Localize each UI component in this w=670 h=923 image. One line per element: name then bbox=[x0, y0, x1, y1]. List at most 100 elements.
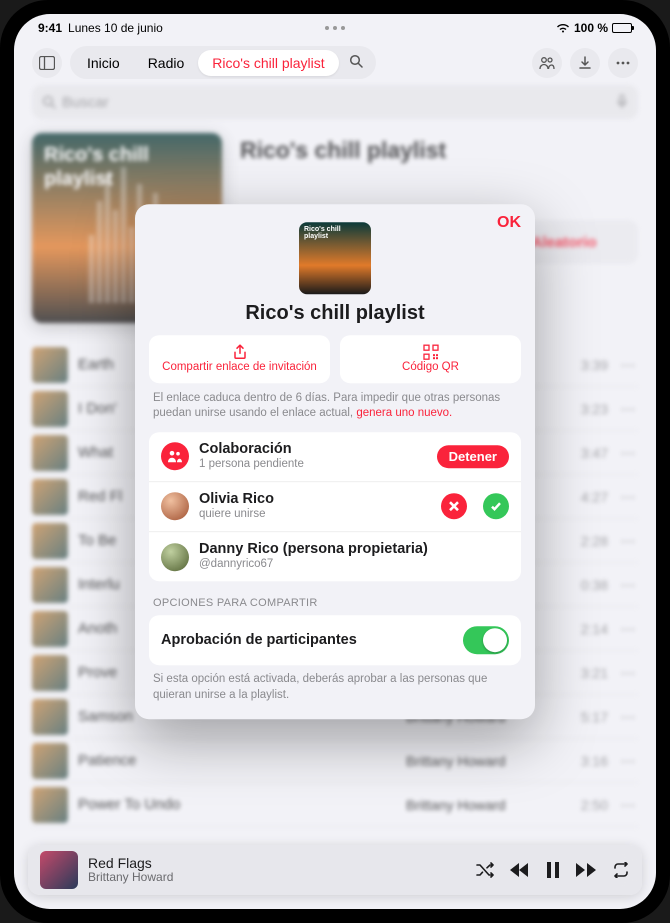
tab-search-button[interactable] bbox=[339, 49, 373, 76]
search-field[interactable]: Buscar bbox=[32, 85, 638, 119]
track-duration: 2:14 bbox=[566, 621, 608, 637]
participant-name: Olivia Rico bbox=[199, 491, 431, 508]
track-more-button[interactable]: ⋯ bbox=[618, 444, 638, 462]
collaboration-row: Colaboración 1 persona pendiente Detener bbox=[149, 432, 521, 482]
ok-button[interactable]: OK bbox=[497, 214, 521, 232]
participant-row: Olivia Rico quiere unirse bbox=[149, 482, 521, 532]
track-more-button[interactable]: ⋯ bbox=[618, 576, 638, 594]
playlist-title: Rico's chill playlist bbox=[240, 137, 638, 164]
tab-home[interactable]: Inicio bbox=[73, 50, 134, 76]
approve-participants-label: Aprobación de participantes bbox=[161, 632, 357, 648]
now-playing-bar[interactable]: Red Flags Brittany Howard bbox=[28, 845, 642, 895]
track-duration: 3:23 bbox=[566, 401, 608, 417]
more-button[interactable] bbox=[608, 48, 638, 78]
participant-name: Danny Rico (persona propietaria) bbox=[199, 541, 509, 558]
download-icon bbox=[578, 56, 592, 70]
pause-icon[interactable] bbox=[546, 862, 560, 878]
track-more-button[interactable]: ⋯ bbox=[618, 708, 638, 726]
participant-row: Danny Rico (persona propietaria) @dannyr… bbox=[149, 532, 521, 581]
qr-icon bbox=[423, 344, 439, 360]
download-button[interactable] bbox=[570, 48, 600, 78]
track-art bbox=[32, 655, 68, 691]
track-row[interactable]: Patience Brittany Howard 3:16 ⋯ bbox=[32, 739, 638, 783]
qr-code-button[interactable]: Código QR bbox=[340, 335, 521, 383]
battery-icon bbox=[612, 23, 632, 33]
search-placeholder: Buscar bbox=[62, 94, 109, 111]
reject-participant-button[interactable] bbox=[441, 494, 467, 520]
qr-code-label: Código QR bbox=[402, 361, 459, 373]
track-row[interactable]: Power To Undo Brittany Howard 2:50 ⋯ bbox=[32, 783, 638, 827]
track-art bbox=[32, 391, 68, 427]
share-people-button[interactable] bbox=[532, 48, 562, 78]
collaboration-dialog: OK Rico's chill playlist Rico's chill pl… bbox=[135, 204, 535, 720]
share-invite-label: Compartir enlace de invitación bbox=[162, 361, 317, 373]
track-duration: 3:16 bbox=[566, 753, 608, 769]
now-playing-title: Red Flags bbox=[88, 856, 466, 871]
stop-collaboration-button[interactable]: Detener bbox=[437, 445, 509, 468]
check-icon bbox=[490, 501, 502, 513]
track-duration: 2:50 bbox=[566, 797, 608, 813]
track-more-button[interactable]: ⋯ bbox=[618, 796, 638, 814]
participant-handle: @dannyrico67 bbox=[199, 558, 509, 572]
track-duration: 0:38 bbox=[566, 577, 608, 593]
search-icon bbox=[42, 95, 56, 109]
tab-current-playlist[interactable]: Rico's chill playlist bbox=[198, 50, 338, 76]
collaboration-icon bbox=[161, 442, 189, 470]
approve-participants-toggle[interactable] bbox=[463, 626, 509, 654]
track-more-button[interactable]: ⋯ bbox=[618, 532, 638, 550]
shuffle-icon[interactable] bbox=[476, 862, 494, 878]
x-icon bbox=[448, 501, 460, 513]
participant-status: quiere unirse bbox=[199, 508, 431, 522]
share-invite-link-button[interactable]: Compartir enlace de invitación bbox=[149, 335, 330, 383]
dialog-cover-title: Rico's chill playlist bbox=[299, 222, 371, 245]
repeat-icon[interactable] bbox=[612, 862, 630, 878]
next-icon[interactable] bbox=[576, 862, 596, 878]
track-title: Power To Undo bbox=[78, 796, 396, 813]
track-art bbox=[32, 787, 68, 823]
search-icon bbox=[349, 54, 363, 68]
track-duration: 3:39 bbox=[566, 357, 608, 373]
now-playing-art bbox=[40, 851, 78, 889]
track-artist: Brittany Howard bbox=[406, 753, 556, 769]
expiry-caption: El enlace caduca dentro de 6 días. Para … bbox=[153, 391, 517, 422]
track-duration: 3:47 bbox=[566, 445, 608, 461]
track-more-button[interactable]: ⋯ bbox=[618, 488, 638, 506]
approve-participants-row: Aprobación de participantes bbox=[149, 615, 521, 665]
top-nav: Inicio Radio Rico's chill playlist bbox=[14, 42, 656, 85]
collaboration-pending: 1 persona pendiente bbox=[199, 458, 427, 472]
sidebar-toggle-button[interactable] bbox=[32, 48, 62, 78]
track-more-button[interactable]: ⋯ bbox=[618, 400, 638, 418]
collaboration-title: Colaboración bbox=[199, 441, 427, 458]
ellipsis-icon bbox=[616, 61, 630, 65]
track-art bbox=[32, 523, 68, 559]
approve-participant-button[interactable] bbox=[483, 494, 509, 520]
status-bar: 9:41 Lunes 10 de junio 100 % bbox=[14, 14, 656, 42]
track-art bbox=[32, 347, 68, 383]
track-art bbox=[32, 567, 68, 603]
wifi-icon bbox=[556, 23, 570, 33]
battery-pct: 100 % bbox=[574, 21, 608, 35]
track-duration: 2:28 bbox=[566, 533, 608, 549]
status-dots bbox=[325, 26, 345, 30]
sidebar-icon bbox=[39, 56, 55, 70]
track-art bbox=[32, 743, 68, 779]
now-playing-artist: Brittany Howard bbox=[88, 871, 466, 884]
avatar bbox=[161, 493, 189, 521]
status-date: Lunes 10 de junio bbox=[68, 21, 163, 35]
track-art bbox=[32, 611, 68, 647]
track-artist: Brittany Howard bbox=[406, 797, 556, 813]
mic-icon[interactable] bbox=[616, 94, 628, 110]
track-more-button[interactable]: ⋯ bbox=[618, 620, 638, 638]
track-art bbox=[32, 699, 68, 735]
track-more-button[interactable]: ⋯ bbox=[618, 752, 638, 770]
track-title: Patience bbox=[78, 752, 396, 769]
track-duration: 5:17 bbox=[566, 709, 608, 725]
people-icon bbox=[539, 56, 555, 70]
previous-icon[interactable] bbox=[510, 862, 530, 878]
tab-radio[interactable]: Radio bbox=[134, 50, 199, 76]
tab-segment: Inicio Radio Rico's chill playlist bbox=[70, 46, 376, 79]
track-more-button[interactable]: ⋯ bbox=[618, 664, 638, 682]
generate-new-link[interactable]: genera uno nuevo. bbox=[356, 407, 452, 419]
dialog-cover: Rico's chill playlist bbox=[299, 222, 371, 294]
track-more-button[interactable]: ⋯ bbox=[618, 356, 638, 374]
